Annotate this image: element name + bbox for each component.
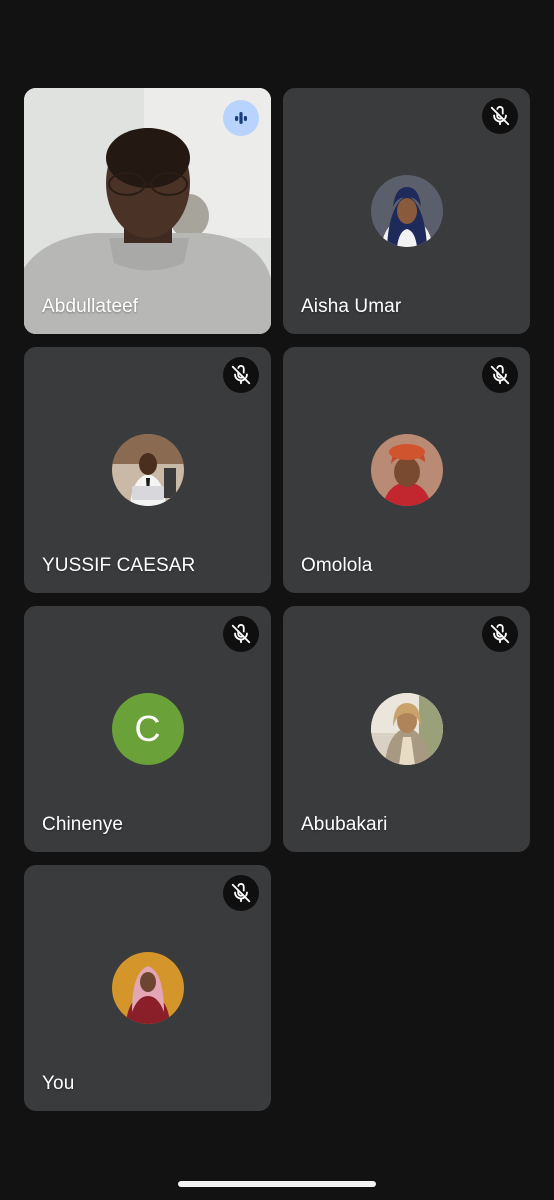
mic-off-icon xyxy=(223,616,259,652)
participant-name: Chinenye xyxy=(42,814,124,835)
participant-tile-aisha-umar[interactable]: Aisha Umar xyxy=(283,88,530,334)
participant-tile-chinenye[interactable]: C Chinenye xyxy=(24,606,271,852)
avatar xyxy=(370,693,443,765)
avatar xyxy=(111,434,184,506)
audio-level-icon xyxy=(223,100,259,136)
participant-name: Abubakari xyxy=(301,814,388,835)
participant-grid: Abdullateef Aisha Umar YUSSIF CAESAR Omo… xyxy=(24,88,530,1111)
avatar xyxy=(370,175,443,247)
mic-off-icon xyxy=(482,357,518,393)
avatar xyxy=(111,952,184,1024)
avatar xyxy=(370,434,443,506)
participant-name: YUSSIF CAESAR xyxy=(42,555,196,576)
participant-tile-yussif-caesar[interactable]: YUSSIF CAESAR xyxy=(24,347,271,593)
participant-name: Abdullateef xyxy=(42,296,139,317)
mic-off-icon xyxy=(482,616,518,652)
mic-off-icon xyxy=(223,875,259,911)
home-indicator[interactable] xyxy=(178,1181,376,1187)
participant-tile-abdullateef[interactable]: Abdullateef xyxy=(24,88,271,334)
mic-off-icon xyxy=(482,98,518,134)
mic-off-icon xyxy=(223,357,259,393)
participant-name: Aisha Umar xyxy=(301,296,402,317)
avatar-letter: C xyxy=(111,693,184,765)
participant-tile-you[interactable]: You xyxy=(24,865,271,1111)
participant-name: Omolola xyxy=(301,555,373,576)
participant-tile-abubakari[interactable]: Abubakari xyxy=(283,606,530,852)
participant-tile-omolola[interactable]: Omolola xyxy=(283,347,530,593)
participant-name: You xyxy=(42,1073,75,1094)
